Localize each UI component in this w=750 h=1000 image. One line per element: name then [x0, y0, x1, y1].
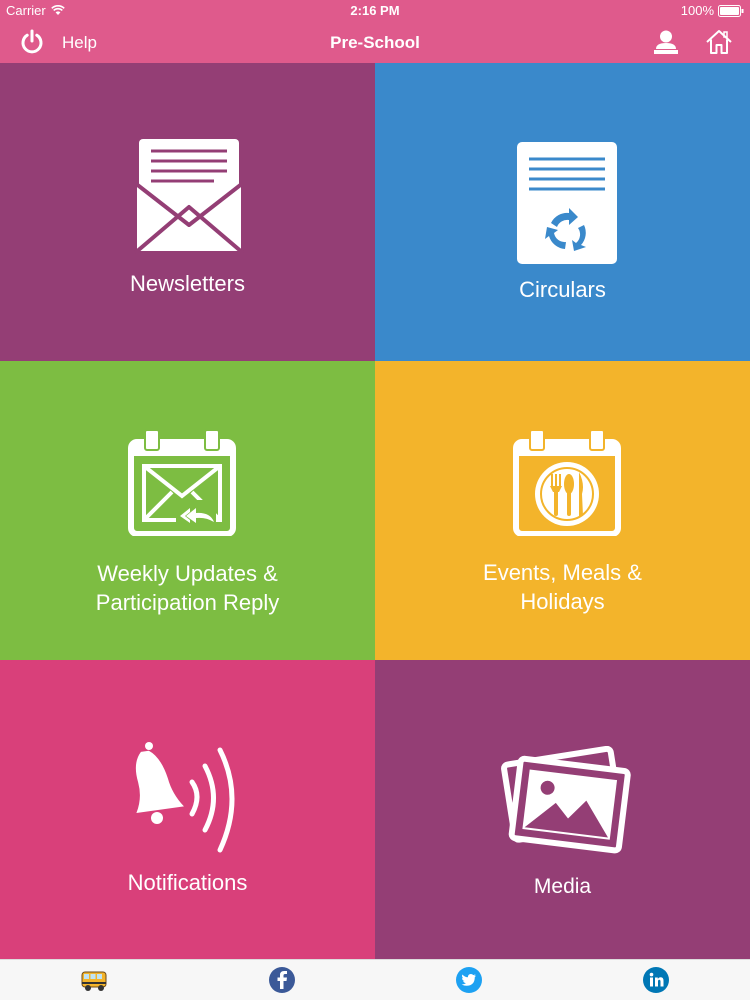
navigation-bar: Help Pre-School — [0, 21, 750, 63]
calendar-meal-icon — [513, 429, 621, 536]
tile-media[interactable]: Media — [375, 660, 750, 959]
tile-notifications[interactable]: Notifications — [0, 660, 375, 959]
battery-percent: 100% — [680, 3, 714, 18]
envelope-newsletter-icon — [134, 139, 244, 255]
battery-icon — [718, 4, 744, 17]
page-title: Pre-School — [330, 33, 420, 52]
circular-document-icon — [517, 142, 617, 264]
help-button[interactable]: Help — [62, 33, 97, 53]
calendar-mail-reply-icon — [128, 429, 236, 536]
tile-label-notifications: Notifications — [127, 870, 248, 895]
tile-label-events-meals-holidays: Events, Meals & Holidays — [483, 560, 642, 614]
tile-newsletters[interactable]: Newsletters — [0, 63, 375, 361]
linkedin-icon[interactable] — [642, 966, 670, 994]
tile-label-newsletters: Newsletters — [130, 271, 245, 296]
tile-weekly-updates[interactable]: Weekly Updates & Participation Reply — [0, 361, 375, 660]
power-icon[interactable] — [20, 29, 44, 55]
tile-label-circulars: Circulars — [519, 277, 606, 302]
twitter-icon[interactable] — [455, 966, 483, 994]
bell-icon — [135, 742, 235, 853]
bottom-tab-bar — [0, 959, 750, 1000]
status-bar: Carrier 2:16 PM 100% — [0, 0, 750, 21]
facebook-icon[interactable] — [268, 966, 296, 994]
home-icon[interactable] — [705, 29, 733, 55]
tile-circulars[interactable]: Circulars — [375, 63, 750, 361]
battery-status: 100% — [681, 3, 744, 18]
school-bus-icon[interactable] — [80, 966, 108, 994]
tile-label-weekly-updates: Weekly Updates & Participation Reply — [95, 561, 280, 615]
tile-label-media: Media — [533, 875, 592, 898]
tile-events-meals-holidays[interactable]: Events, Meals & Holidays — [375, 361, 750, 660]
user-icon[interactable] — [653, 29, 679, 55]
clock: 2:16 PM — [350, 3, 400, 18]
photos-icon — [501, 746, 631, 854]
